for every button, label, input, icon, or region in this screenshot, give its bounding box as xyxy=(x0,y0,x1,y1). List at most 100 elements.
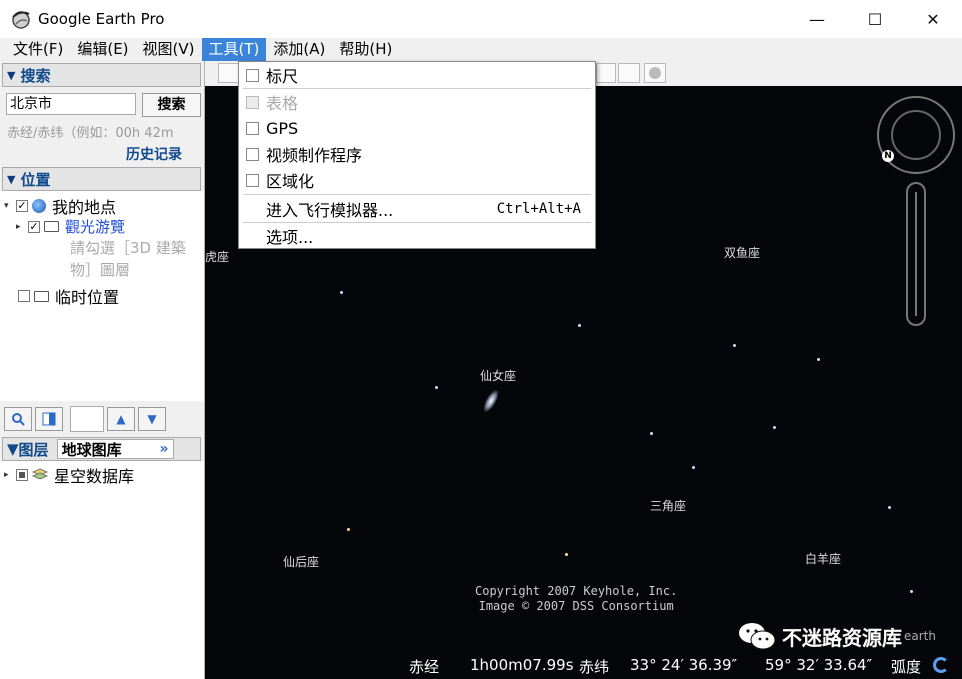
arc-label: 弧度 xyxy=(891,658,922,676)
sidebar: ▼ 搜索 北京市 搜索 赤经/赤纬（例如：00h 42m 历史记录 ▼ 位置 ▾… xyxy=(0,61,205,679)
loading-spinner-icon xyxy=(933,657,949,673)
expand-arrow-icon[interactable]: ▾ xyxy=(4,201,14,211)
places-tree: ▾ ✓ 我的地点 ▸ ✓ 觀光游覽 請勾選［3D 建築 物］圖層 临时位置 xyxy=(0,191,204,401)
tree-row-temp-places[interactable]: 临时位置 xyxy=(18,284,119,308)
menu-item-label: 视频制作程序 xyxy=(266,146,363,165)
tools-dropdown-menu: 标尺 表格 GPS 视频制作程序 区域化 进入飞行模拟器... Ctrl+Alt… xyxy=(238,61,596,249)
expand-arrow-icon[interactable]: ▸ xyxy=(16,222,26,232)
google-earth-app-icon xyxy=(10,8,32,30)
search-panel-title: 搜索 xyxy=(20,66,51,85)
tree-row-sightseeing[interactable]: ▸ ✓ 觀光游覽 xyxy=(16,216,125,237)
search-panel-header[interactable]: ▼ 搜索 xyxy=(2,63,201,87)
photo-icon[interactable] xyxy=(618,63,640,83)
checkbox[interactable]: ✓ xyxy=(16,200,28,212)
collapse-triangle-icon: ▼ xyxy=(7,440,19,458)
tree-row-my-places[interactable]: ▾ ✓ 我的地点 xyxy=(4,194,116,218)
constellation-label[interactable]: 白羊座 xyxy=(805,550,841,567)
collapse-triangle-icon: ▼ xyxy=(7,68,16,82)
menu-edit[interactable]: 编辑(E) xyxy=(70,38,135,61)
expand-more-icon[interactable]: » xyxy=(160,441,169,457)
ra-value: 1h00m07.99s xyxy=(470,656,574,674)
menu-item-label: 标尺 xyxy=(266,67,299,86)
tab-layers-label: 图层 xyxy=(18,440,49,459)
expand-arrow-icon[interactable]: ▸ xyxy=(4,470,14,480)
menu-tools[interactable]: 工具(T) xyxy=(201,38,267,61)
constellation-label[interactable]: 仙后座 xyxy=(283,553,319,570)
sky-database-label: 星空数据库 xyxy=(54,467,135,486)
places-toolbar: ▲ ▼ xyxy=(4,405,166,433)
menu-item-shortcut: Ctrl+Alt+A xyxy=(496,201,581,217)
maximize-button[interactable]: ☐ xyxy=(846,0,904,38)
layers-tree: ▸ 星空数据库 xyxy=(0,461,204,679)
folder-icon xyxy=(34,290,49,302)
north-indicator-icon[interactable]: N xyxy=(882,150,894,162)
globe-icon xyxy=(32,199,46,213)
menu-view[interactable]: 视图(V) xyxy=(136,38,202,61)
menu-item-table: 表格 xyxy=(239,89,595,115)
close-button[interactable]: ✕ xyxy=(904,0,962,38)
move-up-icon[interactable]: ▲ xyxy=(107,407,135,431)
menu-item-ruler[interactable]: 标尺 xyxy=(239,62,595,88)
sightseeing-link[interactable]: 觀光游覽 xyxy=(65,216,125,237)
tab-gallery-label: 地球图库 xyxy=(61,440,122,459)
dec-value: 33° 24′ 36.39″ xyxy=(630,656,738,674)
checkbox xyxy=(246,95,259,109)
watermark-text: 不迷路资源库 xyxy=(782,625,902,650)
history-link[interactable]: 历史记录 xyxy=(126,144,182,164)
constellation-label[interactable]: 仙女座 xyxy=(480,367,516,384)
menu-file[interactable]: 文件(F) xyxy=(6,38,70,61)
folder-icon xyxy=(44,221,59,232)
constellation-label[interactable]: 虎座 xyxy=(205,248,229,265)
navigation-compass[interactable]: N xyxy=(877,96,955,174)
constellation-label[interactable]: 双鱼座 xyxy=(724,244,760,261)
menu-item-label: 表格 xyxy=(266,94,299,113)
tab-earth-gallery[interactable]: 地球图库 » xyxy=(56,439,174,459)
panel-toggle-icon[interactable] xyxy=(35,407,63,431)
menu-item-movie-maker[interactable]: 视频制作程序 xyxy=(239,141,595,167)
places-panel-header[interactable]: ▼ 位置 xyxy=(2,167,201,191)
menu-item-gps[interactable]: GPS xyxy=(239,115,595,141)
checkbox[interactable] xyxy=(16,469,28,481)
tree-row-sky-database[interactable]: ▸ 星空数据库 xyxy=(4,463,134,487)
sightseeing-note: 請勾選［3D 建築 物］圖層 xyxy=(70,237,186,281)
close-icon: ✕ xyxy=(926,9,940,29)
checkbox[interactable] xyxy=(246,147,259,161)
search-input[interactable]: 北京市 xyxy=(6,93,136,115)
planet-icon[interactable] xyxy=(644,63,666,83)
ra-label: 赤经 xyxy=(409,658,440,676)
my-places-label: 我的地点 xyxy=(52,198,117,217)
temp-places-label: 临时位置 xyxy=(55,288,120,307)
minimize-button[interactable]: — xyxy=(788,0,846,38)
copyright-line-2: Image © 2007 DSS Consortium xyxy=(478,599,674,613)
window-title: Google Earth Pro xyxy=(38,10,165,28)
menu-add[interactable]: 添加(A) xyxy=(266,38,332,61)
search-button[interactable]: 搜索 xyxy=(142,93,201,117)
search-icon[interactable] xyxy=(4,407,32,431)
search-hint: 赤经/赤纬（例如：00h 42m xyxy=(7,126,174,141)
checkbox[interactable] xyxy=(18,290,30,302)
checkbox[interactable] xyxy=(246,68,259,82)
copyright-text: Copyright 2007 Keyhole, Inc. Image © 200… xyxy=(475,584,677,614)
menu-item-label: 选项... xyxy=(266,228,314,247)
minimize-icon: — xyxy=(809,9,825,29)
checkbox[interactable] xyxy=(246,121,259,135)
sky-icon[interactable] xyxy=(596,63,616,83)
look-joystick[interactable] xyxy=(891,110,941,160)
constellation-label[interactable]: 三角座 xyxy=(650,497,686,514)
checkbox[interactable]: ✓ xyxy=(28,220,40,233)
galaxy-andromeda xyxy=(480,387,502,415)
tab-layers[interactable]: ▼ 图层 xyxy=(3,439,49,460)
menu-separator xyxy=(243,194,591,195)
menu-item-regionate[interactable]: 区域化 xyxy=(239,167,595,193)
move-down-icon[interactable]: ▼ xyxy=(138,407,166,431)
menu-item-flight-simulator[interactable]: 进入飞行模拟器... Ctrl+Alt+A xyxy=(239,196,595,222)
menu-help[interactable]: 帮助(H) xyxy=(332,38,399,61)
zoom-slider[interactable] xyxy=(906,182,926,326)
collapse-triangle-icon: ▼ xyxy=(7,172,16,186)
checkbox[interactable] xyxy=(246,173,259,187)
arc-value: 59° 32′ 33.64″ xyxy=(765,656,873,674)
menu-item-label: GPS xyxy=(266,118,299,138)
maximize-icon: ☐ xyxy=(867,9,883,29)
copyright-line-1: Copyright 2007 Keyhole, Inc. xyxy=(475,584,678,598)
menu-item-options[interactable]: 选项... xyxy=(239,223,595,249)
